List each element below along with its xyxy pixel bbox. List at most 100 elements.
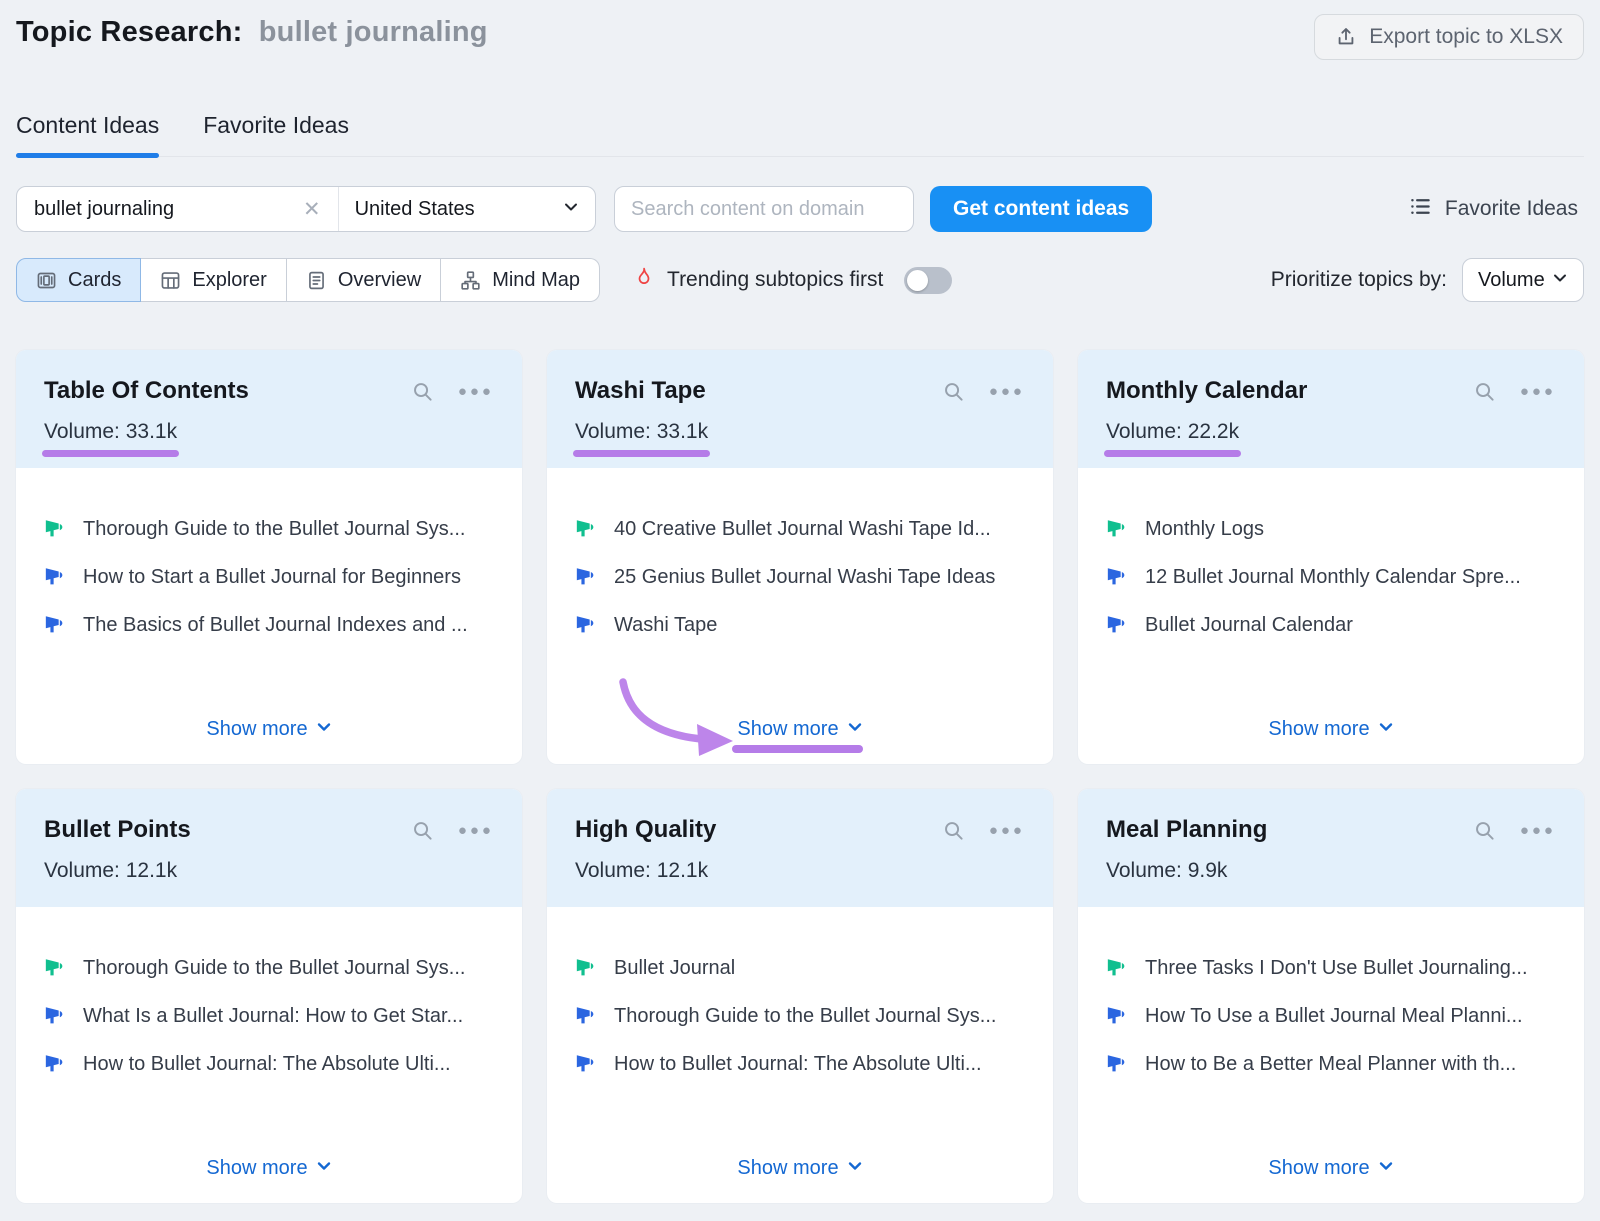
- view-mind-map-button[interactable]: Mind Map: [441, 258, 600, 302]
- card-title[interactable]: High Quality: [575, 816, 716, 844]
- prioritize-label: Prioritize topics by:: [1271, 268, 1447, 292]
- chevron-down-icon: [847, 718, 863, 741]
- megaphone-icon: [44, 518, 66, 540]
- show-more-link[interactable]: Show more: [1266, 715, 1395, 744]
- more-options-icon[interactable]: ●●●: [458, 823, 494, 838]
- list-item[interactable]: Monthly Logs: [1106, 518, 1556, 541]
- card-body: Monthly Logs 12 Bullet Journal Monthly C…: [1078, 468, 1584, 764]
- search-icon[interactable]: [411, 380, 434, 403]
- list-item[interactable]: How To Use a Bullet Journal Meal Planni.…: [1106, 1005, 1556, 1028]
- megaphone-icon: [1106, 566, 1128, 588]
- view-overview-button[interactable]: Overview: [287, 258, 441, 302]
- megaphone-icon: [1106, 518, 1128, 540]
- card-title[interactable]: Washi Tape: [575, 377, 706, 405]
- card-body: 40 Creative Bullet Journal Washi Tape Id…: [547, 468, 1053, 764]
- show-more-link[interactable]: Show more: [735, 1154, 864, 1183]
- more-options-icon[interactable]: ●●●: [1520, 384, 1556, 399]
- more-options-icon[interactable]: ●●●: [989, 384, 1025, 399]
- megaphone-icon: [1106, 1053, 1128, 1075]
- trending-toggle[interactable]: [904, 267, 952, 294]
- megaphone-icon: [44, 957, 66, 979]
- list-item[interactable]: How to Start a Bullet Journal for Beginn…: [44, 566, 494, 589]
- topic-card-washi-tape: Washi Tape ●●● Volume: 33.1k 40 Creative…: [547, 350, 1053, 764]
- idea-list: Three Tasks I Don't Use Bullet Journalin…: [1106, 957, 1556, 1101]
- get-content-ideas-button[interactable]: Get content ideas: [930, 186, 1152, 232]
- card-volume: Volume: 33.1k: [575, 420, 708, 444]
- show-more-link[interactable]: Show more: [1266, 1154, 1395, 1183]
- show-more-link[interactable]: Show more: [735, 715, 864, 744]
- list-item[interactable]: Washi Tape: [575, 614, 1025, 637]
- list-item[interactable]: Bullet Journal: [575, 957, 1025, 980]
- more-options-icon[interactable]: ●●●: [989, 823, 1025, 838]
- idea-list: Thorough Guide to the Bullet Journal Sys…: [44, 518, 494, 662]
- list-item[interactable]: Thorough Guide to the Bullet Journal Sys…: [44, 518, 494, 541]
- list-item[interactable]: What Is a Bullet Journal: How to Get Sta…: [44, 1005, 494, 1028]
- annotation-underline: [573, 450, 710, 457]
- list-item[interactable]: How to Be a Better Meal Planner with th.…: [1106, 1053, 1556, 1076]
- toggle-knob: [907, 270, 928, 291]
- search-icon[interactable]: [1473, 380, 1496, 403]
- chevron-down-icon: [1378, 718, 1394, 741]
- list-item[interactable]: 12 Bullet Journal Monthly Calendar Spre.…: [1106, 566, 1556, 589]
- prioritize-control: Prioritize topics by: Volume: [1271, 258, 1584, 302]
- list-item[interactable]: Thorough Guide to the Bullet Journal Sys…: [44, 957, 494, 980]
- chevron-down-icon: [563, 198, 579, 221]
- list-item[interactable]: 40 Creative Bullet Journal Washi Tape Id…: [575, 518, 1025, 541]
- idea-list: Bullet Journal Thorough Guide to the Bul…: [575, 957, 1025, 1101]
- keyword-input[interactable]: [32, 197, 301, 222]
- export-topic-label: Export topic to XLSX: [1369, 25, 1563, 49]
- view-explorer-button[interactable]: Explorer: [141, 258, 286, 302]
- list-item[interactable]: How to Bullet Journal: The Absolute Ulti…: [575, 1053, 1025, 1076]
- country-select[interactable]: United States: [339, 187, 595, 231]
- card-header: High Quality ●●● Volume: 12.1k: [547, 789, 1053, 907]
- more-options-icon[interactable]: ●●●: [458, 384, 494, 399]
- show-more-link[interactable]: Show more: [204, 715, 333, 744]
- megaphone-icon: [1106, 1005, 1128, 1027]
- clear-keyword-icon[interactable]: ✕: [301, 197, 323, 222]
- show-more-link[interactable]: Show more: [204, 1154, 333, 1183]
- list-item[interactable]: 25 Genius Bullet Journal Washi Tape Idea…: [575, 566, 1025, 589]
- topic-card-meal-planning: Meal Planning ●●● Volume: 9.9k Three Tas…: [1078, 789, 1584, 1203]
- flame-icon: [632, 266, 654, 294]
- card-volume: Volume: 33.1k: [44, 420, 177, 444]
- card-title[interactable]: Table Of Contents: [44, 377, 249, 405]
- view-mind-map-label: Mind Map: [492, 269, 580, 292]
- megaphone-icon: [1106, 614, 1128, 636]
- idea-list: 40 Creative Bullet Journal Washi Tape Id…: [575, 518, 1025, 662]
- card-title[interactable]: Meal Planning: [1106, 816, 1267, 844]
- search-icon[interactable]: [1473, 819, 1496, 842]
- favorite-ideas-link[interactable]: Favorite Ideas: [1409, 195, 1584, 224]
- tab-favorite-ideas[interactable]: Favorite Ideas: [203, 112, 349, 156]
- export-topic-button[interactable]: Export topic to XLSX: [1314, 14, 1584, 60]
- list-item[interactable]: Three Tasks I Don't Use Bullet Journalin…: [1106, 957, 1556, 980]
- prioritize-select[interactable]: Volume: [1462, 258, 1584, 302]
- megaphone-icon: [575, 1053, 597, 1075]
- megaphone-icon: [575, 614, 597, 636]
- megaphone-icon: [44, 1005, 66, 1027]
- card-title[interactable]: Bullet Points: [44, 816, 191, 844]
- card-title[interactable]: Monthly Calendar: [1106, 377, 1307, 405]
- topic-research-page: Topic Research: bullet journaling Export…: [0, 0, 1600, 1203]
- list-item[interactable]: Bullet Journal Calendar: [1106, 614, 1556, 637]
- card-volume: Volume: 9.9k: [1106, 859, 1227, 883]
- tab-content-ideas[interactable]: Content Ideas: [16, 112, 159, 156]
- search-icon[interactable]: [411, 819, 434, 842]
- domain-search-input[interactable]: [614, 186, 914, 232]
- tabs: Content Ideas Favorite Ideas: [16, 112, 1584, 157]
- list-item[interactable]: The Basics of Bullet Journal Indexes and…: [44, 614, 494, 637]
- search-icon[interactable]: [942, 380, 965, 403]
- annotation-underline: [732, 745, 862, 753]
- view-row: Cards Explorer Overview: [16, 258, 1584, 302]
- card-body: Thorough Guide to the Bullet Journal Sys…: [16, 468, 522, 764]
- list-item[interactable]: Thorough Guide to the Bullet Journal Sys…: [575, 1005, 1025, 1028]
- view-cards-label: Cards: [68, 269, 121, 292]
- more-options-icon[interactable]: ●●●: [1520, 823, 1556, 838]
- page-title-query: bullet journaling: [259, 16, 488, 48]
- list-item[interactable]: How to Bullet Journal: The Absolute Ulti…: [44, 1053, 494, 1076]
- page-title-prefix: Topic Research:: [16, 16, 242, 48]
- view-cards-button[interactable]: Cards: [16, 258, 141, 302]
- idea-list: Monthly Logs 12 Bullet Journal Monthly C…: [1106, 518, 1556, 662]
- megaphone-icon: [44, 1053, 66, 1075]
- search-icon[interactable]: [942, 819, 965, 842]
- view-overview-label: Overview: [338, 269, 421, 292]
